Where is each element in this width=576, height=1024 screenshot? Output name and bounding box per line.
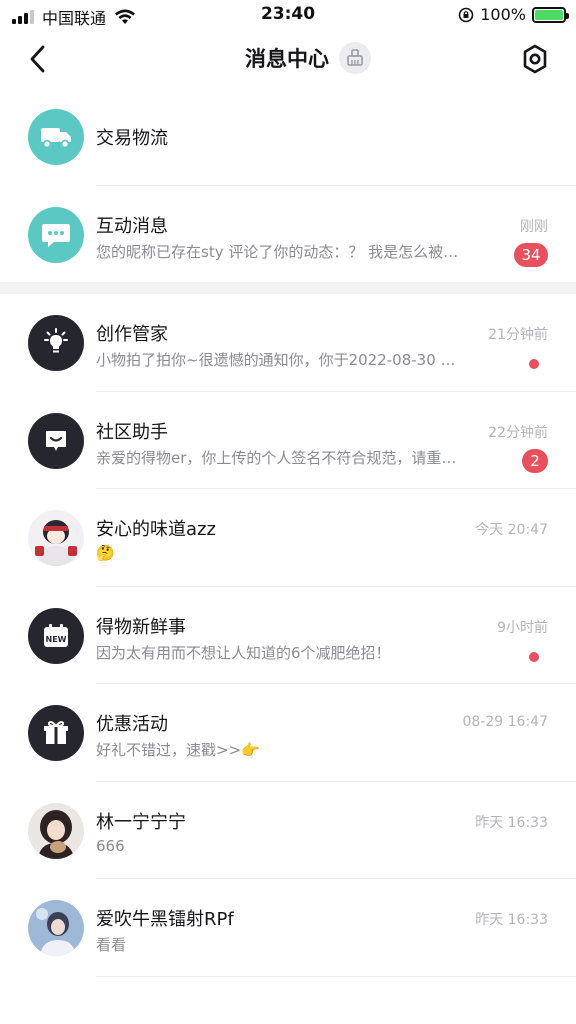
broom-icon bbox=[347, 49, 363, 66]
new-calendar-icon: NEW bbox=[28, 607, 84, 664]
row-preview: 小物拍了拍你~很遗憾的通知你，你于2022-08-30 … bbox=[96, 351, 456, 369]
nav-bar: 消息中心 bbox=[0, 30, 576, 88]
row-time: 08-29 16:47 bbox=[462, 714, 548, 730]
gift-icon bbox=[28, 705, 84, 761]
page-title: 消息中心 bbox=[245, 47, 329, 71]
row-preview: 好礼不错过，速戳>>👉 bbox=[96, 741, 260, 759]
row-time: 22分钟前 bbox=[488, 424, 548, 441]
new-label: NEW bbox=[46, 635, 67, 644]
row-divider bbox=[96, 975, 576, 977]
nav-title-group: 消息中心 bbox=[0, 42, 576, 74]
row-preview: 亲爱的得物er，你上传的个人签名不符合规范，请重… bbox=[96, 448, 457, 467]
system-entries: 交易物流 互动消息 您的昵称已存在sty 评论了你的动态：？ 我是怎么被… 刚刚… bbox=[0, 88, 576, 283]
unread-count-badge: 34 bbox=[514, 242, 548, 267]
row-preview: 因为太有用而不想让人知道的6个减肥绝招！ bbox=[96, 643, 391, 662]
unread-dot bbox=[529, 359, 539, 369]
row-time: 今天 20:47 bbox=[475, 522, 548, 538]
row-time: 昨天 16:33 bbox=[475, 912, 548, 928]
row-title: 交易物流 bbox=[96, 128, 168, 149]
message-list: 创作管家 小物拍了拍你~很遗憾的通知你，你于2022-08-30 … 21分钟前… bbox=[0, 294, 576, 977]
list-item-creator-assistant[interactable]: 创作管家 小物拍了拍你~很遗憾的通知你，你于2022-08-30 … 21分钟前 bbox=[0, 294, 576, 392]
truck-icon bbox=[28, 109, 84, 165]
list-item-logistics[interactable]: 交易物流 bbox=[0, 88, 576, 186]
list-item-news[interactable]: NEW 得物新鲜事 因为太有用而不想让人知道的6个减肥绝招！ 9小时前 bbox=[0, 587, 576, 684]
list-item-conversation[interactable]: 爱吹牛黑镭射RPf 看看 昨天 16:33 bbox=[0, 879, 576, 977]
row-title: 得物新鲜事 bbox=[96, 616, 186, 638]
row-title: 创作管家 bbox=[96, 324, 168, 345]
section-separator bbox=[0, 282, 576, 294]
list-item-interactions[interactable]: 互动消息 您的昵称已存在sty 评论了你的动态：？ 我是怎么被… 刚刚 34 bbox=[0, 186, 576, 284]
row-title: 爱吹牛黑镭射RPf bbox=[96, 909, 234, 930]
row-preview: 🤔 bbox=[96, 544, 115, 562]
row-title: 林一宁宁宁 bbox=[96, 811, 186, 833]
list-item-conversation[interactable]: 林一宁宁宁 666 昨天 16:33 bbox=[0, 782, 576, 879]
row-time: 刚刚 bbox=[520, 218, 548, 235]
row-preview: 666 bbox=[96, 836, 125, 855]
status-bar: 中国联通 23:40 100% bbox=[0, 0, 576, 30]
settings-icon[interactable] bbox=[520, 42, 550, 76]
row-time: 21分钟前 bbox=[488, 327, 548, 343]
lightbulb-icon bbox=[28, 315, 84, 371]
row-title: 安心的味道azz bbox=[96, 519, 216, 540]
row-title: 互动消息 bbox=[96, 215, 168, 237]
row-preview: 您的昵称已存在sty 评论了你的动态：？ 我是怎么被… bbox=[96, 242, 459, 261]
row-time: 9小时前 bbox=[497, 619, 548, 636]
unread-dot bbox=[529, 651, 539, 662]
chat-bubble-icon bbox=[28, 206, 84, 263]
list-item-community-helper[interactable]: 社区助手 亲爱的得物er，你上传的个人签名不符合规范，请重… 22分钟前 2 bbox=[0, 392, 576, 489]
battery-icon bbox=[532, 6, 569, 23]
row-title: 社区助手 bbox=[96, 421, 168, 443]
row-preview: 看看 bbox=[96, 936, 127, 954]
battery-percent: 100% bbox=[480, 5, 526, 24]
list-item-promotions[interactable]: 优惠活动 好礼不错过，速戳>>👉 08-29 16:47 bbox=[0, 684, 576, 782]
rotation-lock-icon bbox=[458, 7, 474, 22]
status-right: 100% bbox=[458, 5, 569, 24]
smile-chat-icon bbox=[28, 412, 84, 469]
user-avatar bbox=[28, 510, 84, 566]
clear-unread-button[interactable] bbox=[339, 42, 371, 74]
user-avatar bbox=[28, 802, 84, 859]
list-item-conversation[interactable]: 安心的味道azz 🤔 今天 20:47 bbox=[0, 489, 576, 587]
user-avatar bbox=[28, 900, 84, 956]
row-time: 昨天 16:33 bbox=[475, 814, 548, 831]
row-title: 优惠活动 bbox=[96, 714, 168, 735]
unread-count-badge: 2 bbox=[522, 448, 548, 473]
